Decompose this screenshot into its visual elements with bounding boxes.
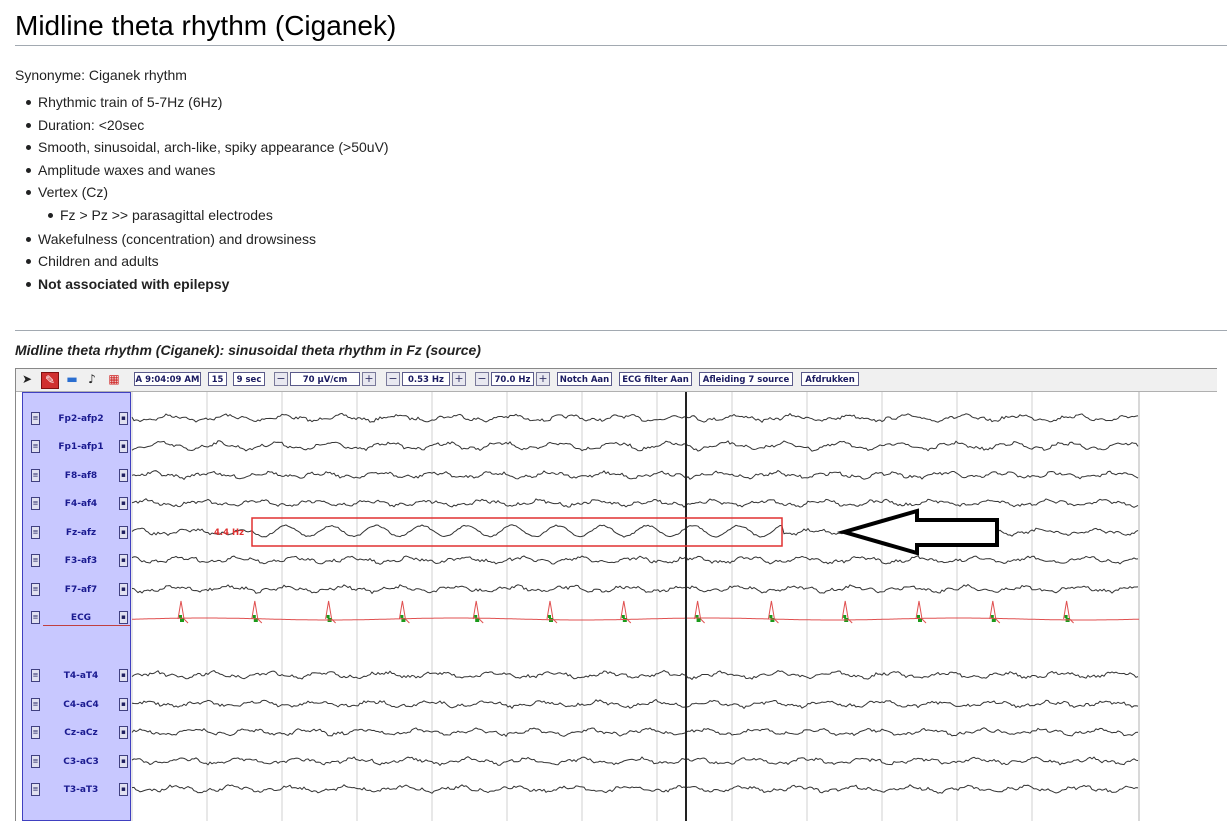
channel-row: ≡ Fp1-afp1 ▪ — [23, 440, 130, 454]
channel-settings-button[interactable]: ≡ — [31, 440, 40, 453]
eeg-trace — [131, 756, 1139, 767]
channel-row: ≡ ECG ▪ — [23, 611, 130, 626]
channel-label: F8-af8 — [64, 471, 98, 481]
synonym-text: Synonyme: Ciganek rhythm — [15, 67, 187, 83]
channel-label: Fz-afz — [65, 528, 97, 538]
channel-settings-button[interactable]: ≡ — [31, 497, 40, 510]
ecg-marker — [990, 615, 994, 618]
title-divider — [15, 45, 1227, 46]
channel-settings-button[interactable]: ≡ — [31, 526, 40, 539]
channel-row: ≡ Fp2-afp2 ▪ — [23, 412, 130, 426]
list-item: Rhythmic train of 5-7Hz (6Hz) — [23, 92, 389, 115]
eeg-trace — [131, 698, 1139, 710]
channel-label: Cz-aCz — [64, 728, 98, 738]
eeg-trace — [131, 498, 1139, 508]
ecg-marker — [621, 615, 625, 618]
figure-caption: Midline theta rhythm (Ciganek): sinusoid… — [15, 342, 481, 358]
ecg-marker — [917, 615, 920, 618]
channel-label: Fp2-afp2 — [58, 414, 104, 424]
list-item: Not associated with epilepsy — [23, 274, 389, 297]
channel-row: ≡ F4-af4 ▪ — [23, 497, 130, 511]
eeg-trace-area: 4.4 Hz — [131, 392, 1140, 821]
channel-row: ≡ F8-af8 ▪ — [23, 469, 130, 483]
pointer-arrow — [836, 508, 999, 556]
channel-row: ≡ C4-aC4 ▪ — [23, 698, 130, 712]
channel-settings-button[interactable]: ≡ — [31, 583, 40, 596]
list-item: Smooth, sinusoidal, arch-like, spiky app… — [23, 137, 389, 160]
theta-highlight-box — [251, 517, 783, 547]
channel-toggle-button[interactable]: ▪ — [119, 526, 128, 539]
ecg-marker — [1064, 615, 1068, 618]
eeg-trace — [131, 412, 1139, 423]
channel-toggle-button[interactable]: ▪ — [119, 440, 128, 453]
eeg-trace — [131, 440, 1139, 452]
channel-settings-button[interactable]: ≡ — [31, 554, 40, 567]
channel-label: C3-aC3 — [63, 757, 99, 767]
channel-label: T3-aT3 — [63, 785, 99, 795]
ecg-marker — [843, 615, 847, 618]
channel-toggle-button[interactable]: ▪ — [119, 755, 128, 768]
channel-toggle-button[interactable]: ▪ — [119, 469, 128, 482]
eeg-trace — [131, 784, 1139, 794]
eeg-trace — [131, 669, 1139, 681]
sub-list-item: Fz > Pz >> parasagittal electrodes — [23, 205, 389, 229]
channel-row: ≡ Cz-aCz ▪ — [23, 726, 130, 740]
channel-toggle-button[interactable]: ▪ — [119, 669, 128, 682]
eeg-trace — [131, 469, 1139, 481]
channel-label: F4-af4 — [64, 499, 98, 509]
frequency-label: 4.4 Hz — [214, 528, 244, 538]
list-item: Vertex (Cz) — [23, 182, 389, 205]
section-divider — [15, 330, 1227, 331]
ecg-marker — [474, 615, 478, 618]
channel-settings-button[interactable]: ≡ — [31, 669, 40, 682]
ecg-marker — [548, 615, 551, 618]
channel-label: T4-aT4 — [63, 671, 99, 681]
list-item: Amplitude waxes and wanes — [23, 160, 389, 183]
channel-label: C4-aC4 — [63, 700, 99, 710]
channel-toggle-button[interactable]: ▪ — [119, 412, 128, 425]
channel-toggle-button[interactable]: ▪ — [119, 698, 128, 711]
channel-label: Fp1-afp1 — [58, 442, 104, 452]
ecg-marker — [400, 615, 404, 618]
eeg-trace — [132, 617, 1139, 621]
ecg-underline — [43, 625, 130, 626]
channel-toggle-button[interactable]: ▪ — [119, 783, 128, 796]
ecg-marker — [252, 615, 256, 618]
feature-list: Rhythmic train of 5-7Hz (6Hz) Duration: … — [23, 92, 389, 296]
channel-toggle-button[interactable]: ▪ — [119, 726, 128, 739]
channel-panel: ≡ Fp2-afp2 ▪ ≡ Fp1-afp1 ▪ ≡ F8-af8 ▪ ≡ F4-af4 ▪ ≡ Fz-… — [22, 392, 131, 821]
channel-row: ≡ C3-aC3 ▪ — [23, 755, 130, 769]
eeg-viewer: ➤ ✎ ▬ ♪ ▦ A 9:04:09 AM 15 9 sec − 70 µV/… — [15, 368, 1217, 821]
channel-toggle-button[interactable]: ▪ — [119, 554, 128, 567]
channel-label: F3-af3 — [64, 556, 98, 566]
ecg-marker — [326, 615, 330, 618]
channel-row: ≡ T4-aT4 ▪ — [23, 669, 130, 683]
page-title: Midline theta rhythm (Ciganek) — [15, 10, 397, 41]
ecg-marker — [179, 615, 182, 618]
eeg-trace — [131, 583, 1139, 595]
ecg-marker — [696, 618, 701, 622]
list-item: Duration: <20sec — [23, 115, 389, 138]
list-item: Children and adults — [23, 251, 389, 274]
channel-row: ≡ T3-aT3 ▪ — [23, 783, 130, 797]
channel-settings-button[interactable]: ≡ — [31, 698, 40, 711]
channel-toggle-button[interactable]: ▪ — [119, 583, 128, 596]
channel-toggle-button[interactable]: ▪ — [119, 611, 128, 624]
channel-row: ≡ Fz-afz ▪ — [23, 526, 130, 540]
channel-toggle-button[interactable]: ▪ — [119, 497, 128, 510]
eeg-trace — [131, 555, 1139, 565]
channel-settings-button[interactable]: ≡ — [31, 755, 40, 768]
channel-row: ≡ F3-af3 ▪ — [23, 554, 130, 568]
channel-label: F7-af7 — [64, 585, 98, 595]
channel-row: ≡ F7-af7 ▪ — [23, 583, 130, 597]
ecg-marker — [769, 615, 773, 618]
channel-settings-button[interactable]: ≡ — [31, 783, 40, 796]
eeg-trace — [131, 727, 1139, 738]
channel-settings-button[interactable]: ≡ — [31, 726, 40, 739]
channel-settings-button[interactable]: ≡ — [31, 611, 40, 624]
channel-label: ECG — [70, 613, 92, 623]
list-item: Wakefulness (concentration) and drowsine… — [23, 229, 389, 252]
channel-settings-button[interactable]: ≡ — [31, 412, 40, 425]
channel-settings-button[interactable]: ≡ — [31, 469, 40, 482]
